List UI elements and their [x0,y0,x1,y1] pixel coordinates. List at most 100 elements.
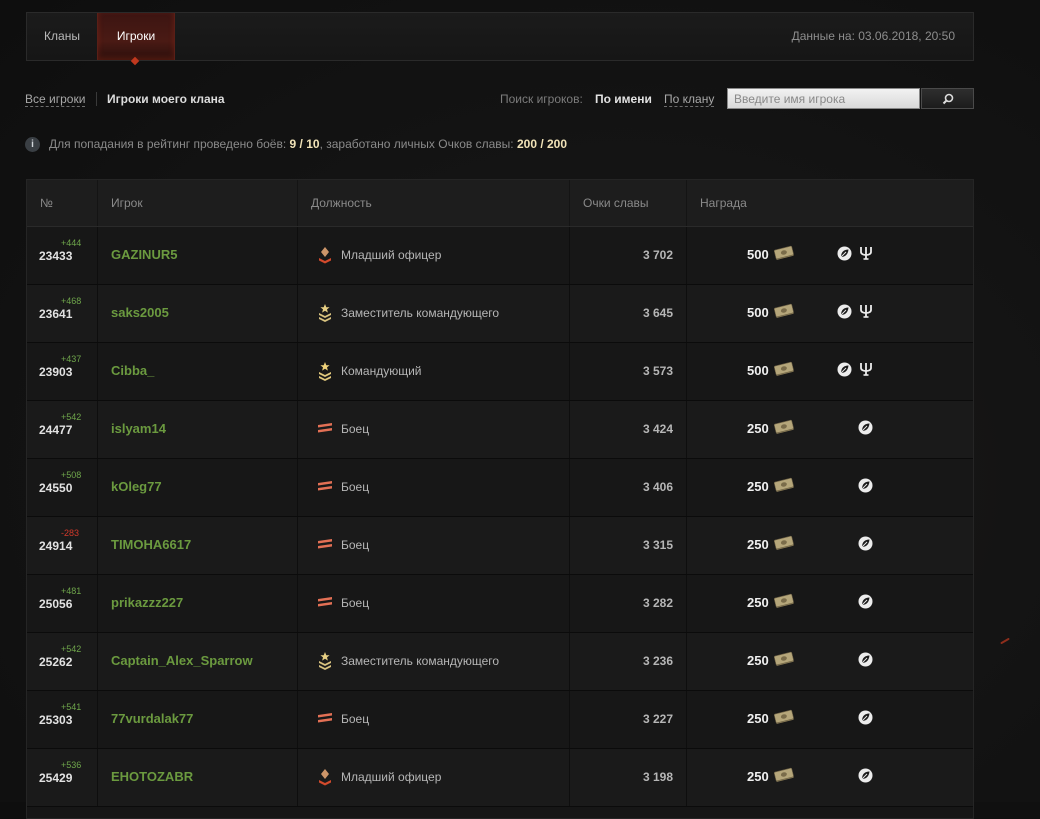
rank-change: -283 [61,528,80,538]
player-search-input[interactable] [727,88,920,109]
rank-change: +444 [61,238,82,248]
table-row: +437 23903 Cibba_ Командующий 3 573 500 [27,343,973,401]
clan-role: Боец [341,596,370,610]
battles-count: 9 / 10 [289,137,320,151]
currency-icon [773,302,795,320]
rank-change: +541 [61,702,82,712]
player-name-link[interactable]: prikazzz227 [111,595,183,610]
deputy-commander-icon [317,303,333,323]
top-navigation-bar: Кланы Игроки Данные на: 03.06.2018, 20:5… [26,12,974,61]
bonds-icon[interactable] [858,652,873,667]
rank-number: 24550 [39,481,73,495]
private-icon [317,535,333,555]
private-icon [317,419,333,439]
rating-info: i Для попадания в рейтинг проведено боёв:… [25,135,567,153]
bonds-icon[interactable] [837,304,852,319]
filter-divider [96,92,97,106]
gold-reward: 500 [747,363,769,378]
bonds-icon[interactable] [858,768,873,783]
data-date-label: Данные на: 03.06.2018, 20:50 [791,29,955,43]
search-by-name-option[interactable]: По имени [595,92,652,106]
search-icon [942,93,953,105]
currency-icon [773,766,795,784]
currency-icon [773,534,795,552]
rank-number: 24477 [39,423,73,437]
bonds-icon[interactable] [858,594,873,609]
bonds-icon[interactable] [858,536,873,551]
info-text-middle: , заработано личных Очков славы: [319,137,514,151]
table-row: +508 24550 kOleg77 Боец 3 406 250 [27,459,973,517]
search-by-clan-option[interactable]: По клану [664,92,715,107]
style-reward-icon[interactable] [860,246,872,260]
info-text-before: Для попадания в рейтинг проведено боёв: [49,137,287,151]
player-name-link[interactable]: islyam14 [111,421,166,436]
fame-points: 3 645 [642,306,673,320]
player-name-link[interactable]: saks2005 [111,305,169,320]
table-row: -283 24914 TIMOHA6617 Боец 3 315 250 [27,517,973,575]
bonds-icon[interactable] [837,362,852,377]
search-label: Поиск игроков: [500,92,583,106]
clan-role: Заместитель командующего [341,306,500,320]
rank-change: +536 [61,760,82,770]
junior-officer-icon [317,245,333,265]
currency-icon [773,360,795,378]
column-header-reward[interactable]: Награда [700,180,747,226]
bonds-icon[interactable] [837,246,852,261]
currency-icon [773,418,795,436]
fame-points: 3 406 [642,480,673,494]
clan-role: Боец [341,712,370,726]
player-name-link[interactable]: 77vurdalak77 [111,711,193,726]
players-rating-table: № Игрок Должность Очки славы Награда +44… [26,179,974,819]
bonds-icon[interactable] [858,710,873,725]
rank-number: 23433 [39,249,73,263]
table-body: +444 23433 GAZINUR5 Младший офицер 3 702 500 +… [27,227,973,807]
player-name-link[interactable]: TIMOHA6617 [111,537,191,552]
search-button[interactable] [921,88,974,109]
filters-bar: Все игроки Игроки моего клана Поиск игро… [25,88,974,112]
style-reward-icon[interactable] [860,304,872,318]
all-players-link[interactable]: Все игроки [25,92,86,107]
private-icon [317,709,333,729]
rank-number: 24914 [39,539,73,553]
player-name-link[interactable]: GAZINUR5 [111,247,177,262]
gold-reward: 500 [747,247,769,262]
clan-role: Заместитель командующего [341,654,500,668]
gold-reward: 250 [747,537,769,552]
fame-points: 3 282 [642,596,673,610]
player-name-link[interactable]: Captain_Alex_Sparrow [111,653,253,668]
column-header-fame[interactable]: Очки славы [583,180,649,226]
currency-icon [773,476,795,494]
gold-reward: 250 [747,653,769,668]
tab-clans[interactable]: Кланы [27,13,97,60]
table-row: +468 23641 saks2005 Заместитель командующег… [27,285,973,343]
rank-number: 25262 [39,655,73,669]
clan-role: Боец [341,422,370,436]
rank-number: 25303 [39,713,73,727]
tab-players[interactable]: Игроки [97,13,175,60]
table-row: +444 23433 GAZINUR5 Младший офицер 3 702 500 [27,227,973,285]
player-name-link[interactable]: EHOTOZABR [111,769,193,784]
fame-points: 3 573 [642,364,673,378]
player-name-link[interactable]: Cibba_ [111,363,154,378]
column-header-number[interactable]: № [40,180,53,226]
gold-reward: 250 [747,421,769,436]
column-header-player[interactable]: Игрок [111,180,143,226]
gold-reward: 250 [747,479,769,494]
ember-decoration [1000,637,1010,645]
currency-icon [773,650,795,668]
bonds-icon[interactable] [858,478,873,493]
style-reward-icon[interactable] [860,362,872,376]
gold-reward: 250 [747,711,769,726]
private-icon [317,477,333,497]
private-icon [317,593,333,613]
fame-points-count: 200 / 200 [516,137,568,151]
rank-change: +481 [61,586,82,596]
table-row: +536 25429 EHOTOZABR Младший офицер 3 198 250 [27,749,973,807]
column-header-role[interactable]: Должность [311,180,372,226]
player-name-link[interactable]: kOleg77 [111,479,162,494]
my-clan-players-link[interactable]: Игроки моего клана [107,92,225,106]
bonds-icon[interactable] [858,420,873,435]
fame-points: 3 424 [642,422,673,436]
rank-number: 25056 [39,597,73,611]
table-row: +542 25262 Captain_Alex_Sparrow Заместитель… [27,633,973,691]
